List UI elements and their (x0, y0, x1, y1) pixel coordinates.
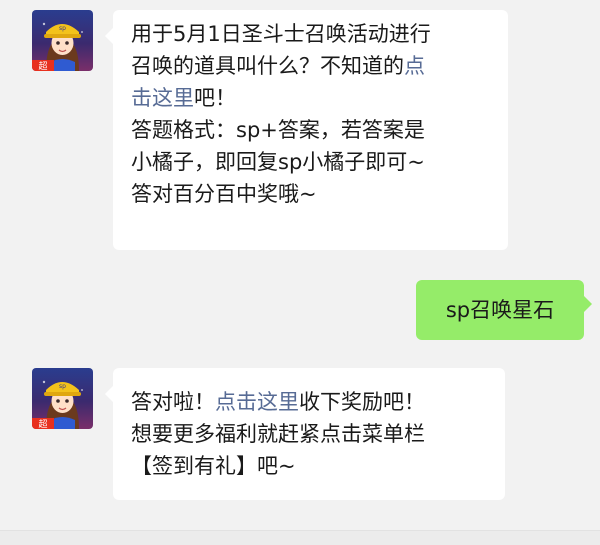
incoming-message-bubble[interactable]: 答对啦！点击这里收下奖励吧！ 想要更多福利就赶紧点击菜单栏 【签到有礼】吧~ (105, 368, 505, 500)
message-line: 召唤的道具叫什么？不知道的点 (131, 50, 490, 82)
official-account-avatar[interactable]: sp 超 (32, 368, 93, 429)
message-text: 答对啦！ (131, 390, 215, 414)
message-line: 答对啦！点击这里收下奖励吧！ (131, 386, 487, 418)
bottom-divider-bar (0, 530, 600, 545)
click-here-link[interactable]: 击这里 (131, 86, 194, 110)
incoming-message-bubble[interactable]: 用于5月1日圣斗士召唤活动进行 召唤的道具叫什么？不知道的点 击这里吧！ 答题格… (105, 10, 508, 250)
message-line: 【签到有礼】吧~ (131, 454, 296, 478)
click-here-link[interactable]: 点 (404, 54, 425, 78)
message-line: 小橘子，即回复sp小橘子即可~ (131, 150, 425, 174)
outgoing-message-bubble[interactable]: sp召唤星石 (416, 280, 592, 340)
message-text: 收下奖励吧！ (299, 390, 425, 414)
message-text: 吧！ (194, 86, 236, 110)
avatar-badge: 超 (38, 418, 47, 429)
message-line: 用于5月1日圣斗士召唤活动进行 (131, 22, 431, 46)
svg-text:sp: sp (59, 383, 66, 390)
cartoon-girl-avatar-icon: sp 超 (32, 380, 83, 429)
message-line: 答题格式：sp+答案，若答案是 (131, 118, 425, 142)
avatar-badge: 超 (38, 60, 47, 71)
message-text: sp召唤星石 (445, 298, 555, 322)
message-line: 想要更多福利就赶紧点击菜单栏 (131, 422, 425, 446)
message-text: 召唤的道具叫什么？不知道的 (131, 54, 404, 78)
click-here-link[interactable]: 点击这里 (215, 390, 299, 414)
message-line: 答对百分百中奖哦~ (131, 182, 317, 206)
cartoon-girl-avatar-icon: sp 超 (32, 22, 83, 71)
svg-text:sp: sp (59, 25, 66, 32)
message-line: 击这里吧！ (131, 82, 490, 114)
official-account-avatar[interactable]: sp 超 (32, 10, 93, 71)
